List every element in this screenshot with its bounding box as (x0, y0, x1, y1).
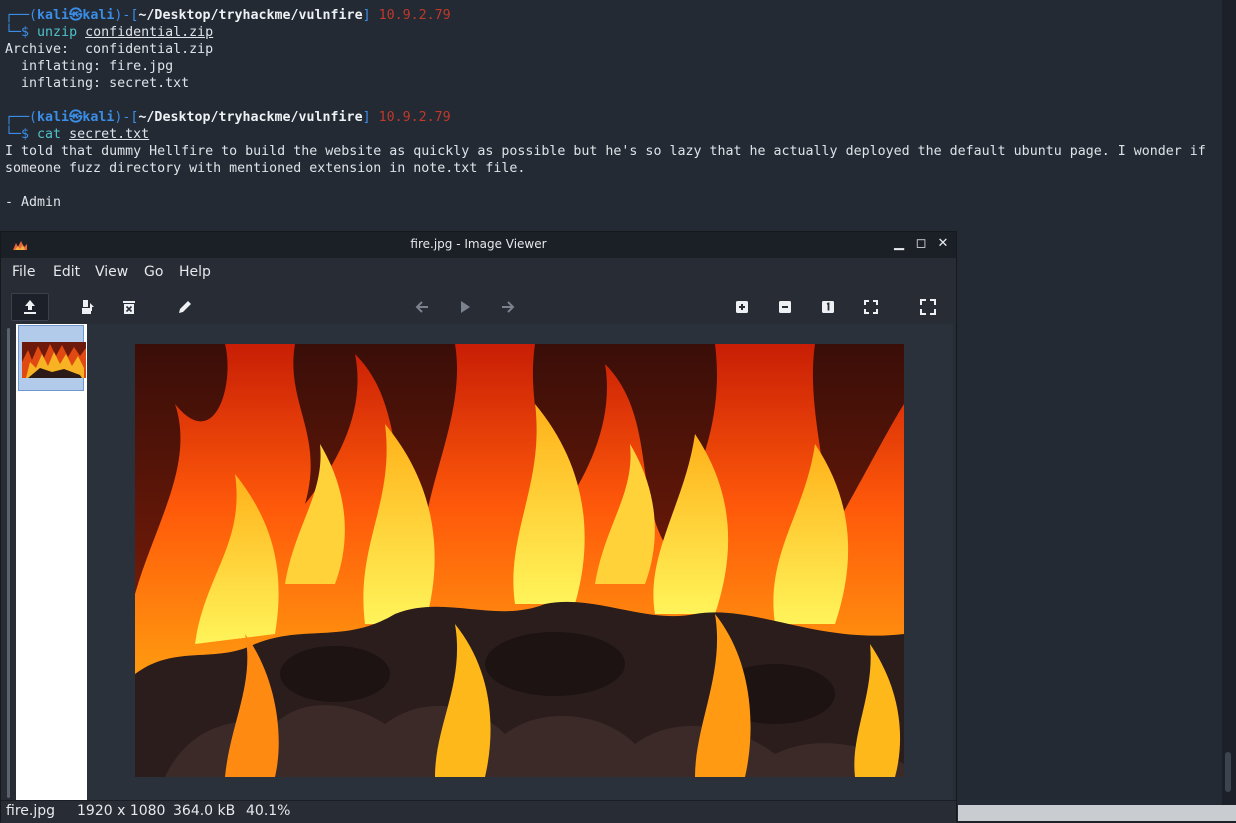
menu-edit[interactable]: Edit (53, 264, 80, 280)
fire-image (135, 344, 904, 777)
command-line: └─$ cat secret.txt (5, 127, 150, 142)
arrow-right-icon (502, 301, 515, 313)
menu-help[interactable]: Help (179, 264, 211, 280)
menu-view[interactable]: View (95, 264, 128, 280)
zoom-out-button[interactable] (772, 294, 798, 320)
zoom-in-button[interactable] (729, 294, 755, 320)
status-dimensions: 1920 x 1080 (77, 803, 166, 819)
scrollbar-thumb[interactable] (1225, 752, 1231, 792)
thumbnail-image (22, 342, 86, 378)
status-bar: fire.jpg 1920 x 1080 364.0 kB 40.1% (1, 800, 956, 823)
command-line: └─$ unzip confidential.zip (5, 25, 214, 40)
edit-icon (179, 301, 191, 313)
status-filesize: 364.0 kB (173, 803, 236, 819)
thumbnail-pane (16, 324, 87, 801)
upload-icon (24, 300, 36, 314)
fullscreen-button[interactable] (915, 294, 941, 320)
menu-file[interactable]: File (12, 264, 35, 280)
fit-icon (864, 300, 878, 314)
status-filename: fire.jpg (6, 803, 55, 819)
delete-icon (123, 301, 135, 314)
output-line: I told that dummy Hellfire to build the … (5, 144, 1206, 159)
output-line: someone fuzz directory with mentioned ex… (5, 161, 526, 176)
title-bar[interactable]: fire.jpg - Image Viewer ▁ ◻ ✕ (1, 232, 956, 258)
terminal-scrollbar[interactable] (1222, 0, 1236, 805)
fit-button[interactable] (858, 294, 884, 320)
output-line: inflating: secret.txt (5, 76, 190, 91)
menu-go[interactable]: Go (144, 264, 163, 280)
menu-bar: File Edit View Go Help (1, 258, 956, 286)
edit-button[interactable] (172, 294, 198, 320)
zoom-1-button[interactable] (815, 294, 841, 320)
thumbnail-scrollbar[interactable] (1, 324, 16, 801)
scrollbar-thumb[interactable] (7, 328, 10, 798)
zoom-1-icon (822, 301, 834, 313)
toolbar (1, 286, 956, 326)
window-title: fire.jpg - Image Viewer (410, 237, 547, 251)
output-line: inflating: fire.jpg (5, 59, 174, 74)
minimize-button[interactable]: ▁ (891, 236, 907, 252)
save-button[interactable] (75, 294, 101, 320)
image-canvas[interactable] (87, 324, 953, 800)
open-button[interactable] (11, 293, 49, 321)
output-line: Archive: confidential.zip (5, 42, 214, 57)
image-viewer-window: fire.jpg - Image Viewer ▁ ◻ ✕ File Edit … (0, 231, 957, 823)
play-button[interactable] (452, 294, 478, 320)
prompt-line: ┌──(kali㉿kali)-[~/Desktop/tryhackme/vuln… (5, 8, 451, 23)
previous-button[interactable] (409, 294, 435, 320)
zoom-in-icon (736, 301, 748, 313)
status-zoom: 40.1% (246, 803, 291, 819)
delete-button[interactable] (116, 294, 142, 320)
zoom-out-icon (779, 301, 791, 313)
close-button[interactable]: ✕ (935, 236, 951, 252)
output-line: - Admin (5, 195, 62, 210)
save-icon (82, 300, 94, 314)
prompt-line: ┌──(kali㉿kali)-[~/Desktop/tryhackme/vuln… (5, 110, 451, 125)
desktop-background (958, 805, 1236, 821)
next-button[interactable] (495, 294, 521, 320)
fullscreen-icon (920, 299, 936, 315)
thumbnail-item[interactable] (18, 325, 86, 391)
arrow-left-icon (415, 301, 428, 313)
play-icon (461, 301, 470, 313)
maximize-button[interactable]: ◻ (913, 236, 929, 252)
